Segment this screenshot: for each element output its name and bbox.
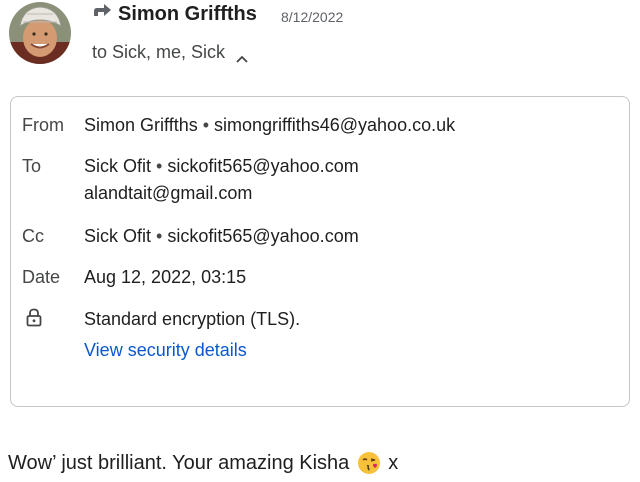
to-email-secondary[interactable]: alandtait@gmail.com [84, 183, 252, 204]
to-label: To [22, 156, 42, 176]
forward-arrow-icon [92, 2, 112, 20]
face-blowing-kiss-icon [357, 451, 381, 475]
chevron-up-icon[interactable] [235, 48, 249, 63]
to-email[interactable]: sickofit565@yahoo.com [167, 156, 358, 176]
message-body-trailing: x [388, 451, 399, 474]
from-name: Simon Griffths [84, 115, 198, 135]
cc-value: Sick Ofit • sickofit565@yahoo.com [84, 226, 359, 246]
view-security-details-link[interactable]: View security details [84, 340, 247, 361]
recipients-summary-toggle[interactable]: to Sick, me, Sick [92, 42, 249, 63]
encryption-text: Standard encryption (TLS). [84, 309, 301, 329]
from-value: Simon Griffths • simongriffiths46@yahoo.… [84, 115, 456, 135]
sender-avatar[interactable] [9, 2, 71, 64]
to-name: Sick Ofit [84, 156, 152, 176]
recipients-summary-text: to Sick, me, Sick [92, 42, 226, 62]
date-value: Aug 12, 2022, 03:15 [84, 267, 247, 287]
sender-name[interactable]: Simon Griffths [118, 3, 257, 26]
message-body-text: Wow’ just brilliant. Your amazing Kisha [8, 451, 350, 474]
cc-email[interactable]: sickofit565@yahoo.com [167, 226, 358, 246]
from-email[interactable]: simongriffiths46@yahoo.co.uk [214, 115, 455, 135]
cc-label: Cc [22, 226, 44, 246]
to-value: Sick Ofit • sickofit565@yahoo.com [84, 156, 359, 176]
from-label: From [22, 115, 64, 135]
message-body: Wow’ just brilliant. Your amazing Kisha … [8, 451, 398, 475]
cc-name: Sick Ofit [84, 226, 152, 246]
date-label: Date [22, 267, 61, 287]
lock-icon [26, 308, 42, 327]
message-date: 8/12/2022 [281, 9, 344, 25]
